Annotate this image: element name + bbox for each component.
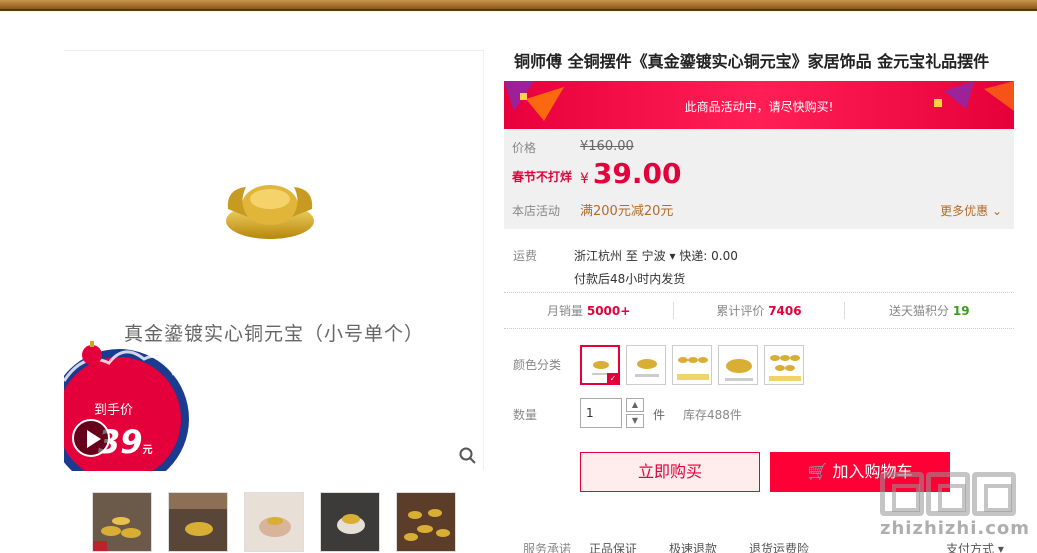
product-title: 铜师傅 全铜摆件《真金鎏镀实心铜元宝》家居饰品 金元宝礼品摆件 xyxy=(514,52,990,71)
sales-stats: 月销量 5000+ 累计评价 7406 送天猫积分 19 xyxy=(504,292,1014,329)
color-option-3[interactable] xyxy=(672,345,712,385)
promo-price: ¥39.00 xyxy=(580,157,682,190)
thumbnail-5[interactable] xyxy=(396,492,456,552)
stat-reviews[interactable]: 累计评价 7406 xyxy=(674,302,845,319)
thumbnail-2[interactable] xyxy=(168,492,228,552)
product-main-image[interactable]: 真金鎏镀实心铜元宝（小号单个） 到手价 39元 xyxy=(64,50,484,471)
color-option-5[interactable] xyxy=(764,345,804,385)
stat-label: 月销量 xyxy=(547,304,584,318)
buy-now-button[interactable]: 立即购买 xyxy=(580,452,760,492)
stat-value: 7406 xyxy=(768,304,802,318)
watermark-glyph xyxy=(972,472,1016,516)
color-option-4[interactable] xyxy=(718,345,758,385)
promo-price-value: 39.00 xyxy=(592,157,682,190)
price-label: 价格 xyxy=(512,141,537,155)
stock-count: 库存488件 xyxy=(683,408,742,422)
quantity-increase-button[interactable]: ▲ xyxy=(626,398,644,412)
watermark-url: zhizhizhi.com xyxy=(880,518,1031,539)
event-banner-text: 此商品活动中，请尽快购买! xyxy=(684,100,834,114)
more-discount-link[interactable]: 更多优惠 ⌄ xyxy=(940,202,1002,219)
stat-points: 送天猫积分 19 xyxy=(845,302,1014,319)
thumbnail-1[interactable] xyxy=(92,492,152,552)
thumbnail-strip xyxy=(92,492,456,553)
badge-label: 到手价 xyxy=(94,403,134,418)
stat-value: 19 xyxy=(952,304,970,318)
shipping-route-select[interactable]: 浙江杭州 至 宁波 ▾ 快递: 0.00 xyxy=(574,247,738,264)
top-bar xyxy=(0,0,1037,11)
color-options xyxy=(580,345,804,385)
price-panel: 价格 ¥160.00 春节不打烊 ¥39.00 本店活动 满200元减20元 更… xyxy=(504,129,1014,229)
chevron-down-icon: ⌄ xyxy=(988,204,1002,218)
quantity-input[interactable]: 1 xyxy=(580,398,622,428)
payment-method-select[interactable]: 支付方式 ▾ xyxy=(946,540,1004,553)
badge-price-unit: 元 xyxy=(142,445,153,456)
more-discount-label: 更多优惠 xyxy=(940,204,989,218)
stat-monthly-sales: 月销量 5000+ xyxy=(504,302,675,319)
add-to-cart-label: 加入购物车 xyxy=(832,462,913,481)
cart-icon: 🛒 xyxy=(807,462,828,481)
add-to-cart-button[interactable]: 🛒 加入购物车 xyxy=(770,452,950,492)
thumbnail-4[interactable] xyxy=(320,492,380,552)
promo-price-badge: 到手价 39元 xyxy=(64,341,192,471)
color-option-2[interactable] xyxy=(626,345,666,385)
shop-event[interactable]: 满200元减20元 xyxy=(580,200,673,219)
shipping-time: 付款后48小时内发货 xyxy=(574,272,686,286)
quantity-label: 数量 xyxy=(513,408,538,422)
service-item-return-insurance[interactable]: 退货运费险 xyxy=(749,540,809,553)
promo-label: 春节不打烊 xyxy=(512,170,573,184)
shipping-label: 运费 xyxy=(513,249,538,263)
stat-label: 送天猫积分 xyxy=(889,304,950,318)
currency-symbol: ¥ xyxy=(580,171,589,187)
play-video-icon[interactable] xyxy=(72,419,110,457)
shop-event-label: 本店活动 xyxy=(512,204,561,218)
quantity-decrease-button[interactable]: ▼ xyxy=(626,414,644,428)
stat-value: 5000+ xyxy=(586,304,631,318)
quantity-unit: 件 xyxy=(653,408,666,422)
service-label: 服务承诺 xyxy=(523,542,572,553)
color-label: 颜色分类 xyxy=(513,358,562,372)
original-price: ¥160.00 xyxy=(580,139,634,154)
service-item-fast-refund[interactable]: 极速退款 xyxy=(669,540,717,553)
gold-ingot-image xyxy=(226,185,314,239)
thumbnail-3[interactable] xyxy=(244,492,304,552)
service-item-authentic[interactable]: 正品保证 xyxy=(589,540,637,553)
color-option-1[interactable] xyxy=(580,345,620,385)
event-banner: 此商品活动中，请尽快购买! xyxy=(504,81,1014,129)
zoom-icon[interactable] xyxy=(459,447,477,465)
stat-label: 累计评价 xyxy=(716,304,765,318)
